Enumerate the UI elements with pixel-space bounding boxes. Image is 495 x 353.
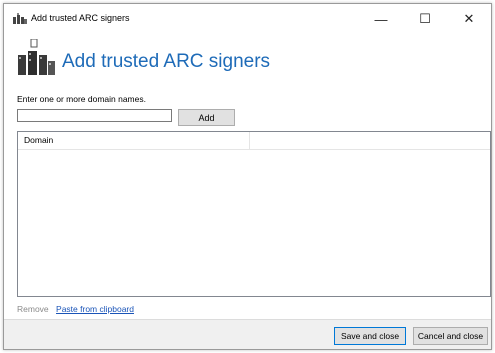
servers-icon	[13, 13, 27, 24]
remove-link[interactable]: Remove	[17, 304, 49, 314]
dialog-window: Add trusted ARC signers — ☐ ✕ Add truste…	[3, 3, 492, 350]
page-title: Add trusted ARC signers	[62, 51, 271, 72]
domain-input[interactable]	[17, 109, 172, 122]
instruction-label: Enter one or more domain names.	[17, 94, 146, 104]
save-and-close-button[interactable]: Save and close	[334, 327, 406, 345]
domain-list[interactable]: Domain	[17, 131, 491, 297]
footer-links: Remove Paste from clipboard	[17, 303, 134, 316]
close-button[interactable]: ✕	[447, 4, 491, 34]
cancel-and-close-button[interactable]: Cancel and close	[413, 327, 488, 345]
paste-from-clipboard-link[interactable]: Paste from clipboard	[56, 304, 134, 314]
add-button[interactable]: Add	[178, 109, 235, 126]
minimize-button[interactable]: —	[359, 4, 403, 34]
maximize-button[interactable]: ☐	[403, 4, 447, 34]
column-header-domain[interactable]: Domain	[18, 132, 250, 149]
servers-icon	[18, 39, 55, 75]
list-header: Domain	[18, 132, 490, 150]
button-bar: Save and close Cancel and close	[4, 319, 491, 349]
window-title: Add trusted ARC signers	[31, 13, 130, 23]
title-bar[interactable]: Add trusted ARC signers — ☐ ✕	[4, 4, 491, 34]
